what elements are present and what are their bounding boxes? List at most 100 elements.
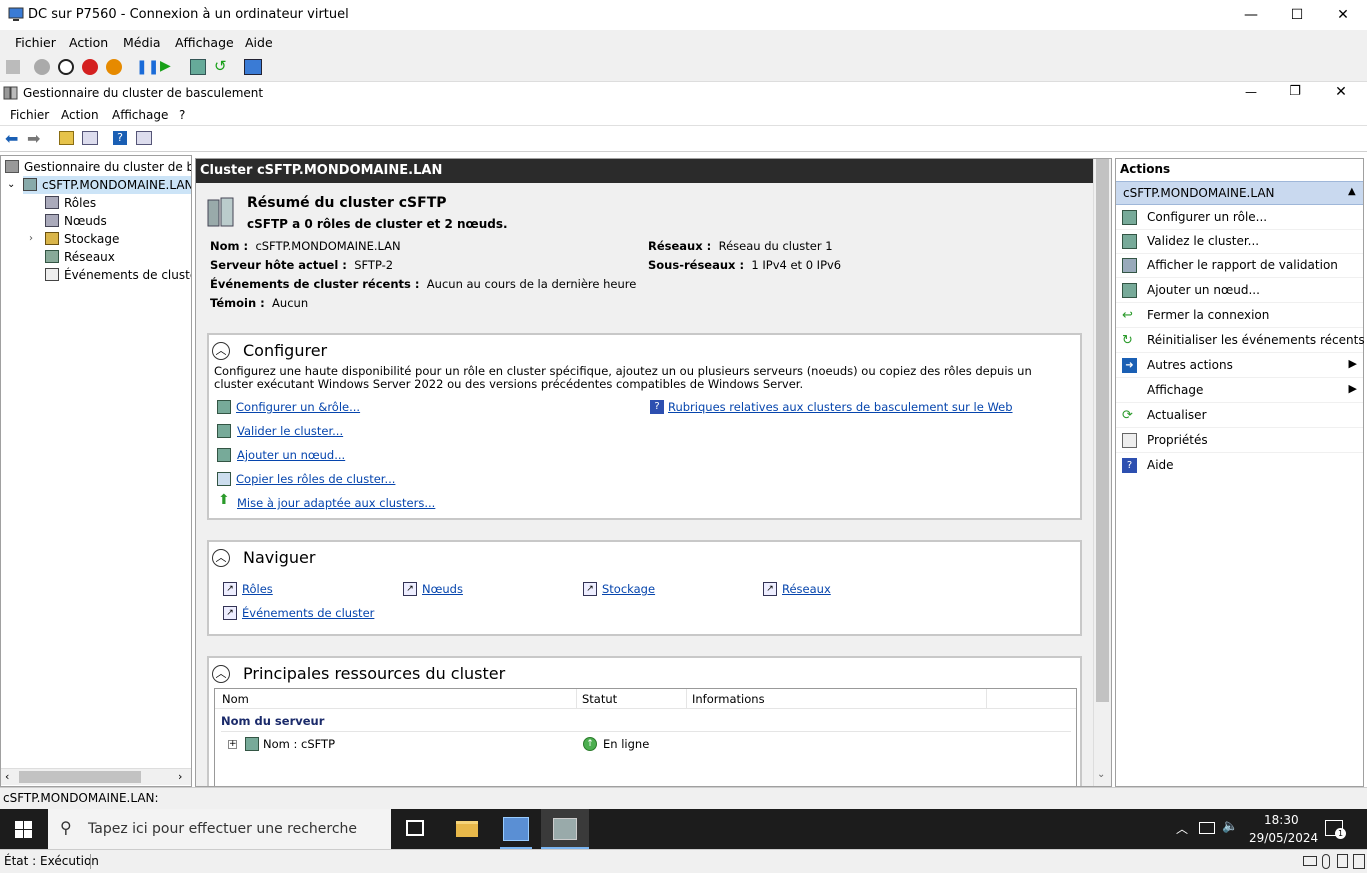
- prop-witness-label: Témoin :: [210, 296, 265, 310]
- cluster-aware-update-link[interactable]: Mise à jour adaptée aux clusters...: [237, 496, 435, 510]
- help-icon[interactable]: ?: [113, 131, 127, 145]
- show-hide-tree-icon[interactable]: [82, 131, 98, 145]
- copy-roles-link[interactable]: Copier les rôles de cluster...: [236, 472, 395, 486]
- validate-cluster-link[interactable]: Valider le cluster...: [237, 424, 343, 438]
- tree-item-networks[interactable]: Réseaux: [45, 248, 115, 266]
- vm-menu-media[interactable]: Média: [123, 35, 161, 50]
- enhanced-session-icon[interactable]: [244, 59, 262, 75]
- revert-icon[interactable]: ↺: [214, 57, 227, 75]
- tree-item-roles[interactable]: Rôles: [45, 194, 96, 212]
- taskbar-cluster-manager[interactable]: [541, 809, 589, 849]
- volume-muted-icon[interactable]: 🔈: [1222, 819, 1238, 834]
- configure-role-link[interactable]: Configurer un &rôle...: [236, 400, 360, 414]
- show-hide-action-pane-icon[interactable]: [136, 131, 152, 145]
- tree-hscrollbar[interactable]: ‹ ›: [1, 768, 191, 785]
- resource-row-name[interactable]: Nom : cSFTP: [263, 737, 335, 751]
- server-name-icon: [245, 737, 259, 751]
- scroll-down-icon[interactable]: ⌄: [1097, 769, 1105, 780]
- collapse-chevron-icon[interactable]: ︿: [212, 342, 230, 360]
- shutdown-icon[interactable]: [82, 59, 98, 75]
- action-validate-cluster[interactable]: Validez le cluster...: [1116, 229, 1363, 254]
- vm-maximize-button[interactable]: ☐: [1274, 0, 1320, 30]
- vm-close-button[interactable]: ✕: [1320, 0, 1366, 30]
- server-manager-icon[interactable]: [503, 817, 529, 841]
- vm-menu-fichier[interactable]: Fichier: [15, 35, 56, 50]
- tree-hscroll-thumb[interactable]: [19, 771, 141, 783]
- action-add-node[interactable]: Ajouter un nœud...: [1116, 278, 1363, 303]
- tree-root[interactable]: Gestionnaire du cluster de basc: [5, 158, 191, 176]
- help-topics-link[interactable]: Rubriques relatives aux clusters de basc…: [668, 400, 1013, 414]
- vm-menu-aide[interactable]: Aide: [245, 35, 273, 50]
- col-name[interactable]: Nom: [222, 692, 249, 706]
- mmc-menu-affichage[interactable]: Affichage: [112, 108, 168, 122]
- notification-icon[interactable]: 1: [1325, 820, 1346, 839]
- collapse-chevron-icon[interactable]: ⌄: [7, 176, 15, 194]
- configure-section: ︿ Configurer Configurez une haute dispon…: [207, 333, 1082, 520]
- nav-nodes-link[interactable]: Nœuds: [422, 582, 463, 596]
- windows-start-icon[interactable]: [15, 821, 32, 838]
- nav-roles-link[interactable]: Rôles: [242, 582, 273, 596]
- nav-events-link[interactable]: Événements de cluster: [242, 606, 374, 620]
- action-view[interactable]: Affichage ▶: [1116, 378, 1363, 403]
- power-icon[interactable]: [106, 59, 122, 75]
- mmc-menu-action[interactable]: Action: [61, 108, 99, 122]
- clock-date[interactable]: 29/05/2024: [1249, 831, 1318, 845]
- add-node-link[interactable]: Ajouter un nœud...: [237, 448, 345, 462]
- tree-item-nodes[interactable]: Nœuds: [45, 212, 107, 230]
- collapse-chevron-icon[interactable]: ︿: [212, 549, 230, 567]
- file-explorer-icon[interactable]: [456, 821, 478, 837]
- help-book-icon: ?: [650, 400, 664, 414]
- ctrl-alt-del-icon[interactable]: [6, 60, 20, 74]
- expand-plus-icon[interactable]: +: [228, 740, 237, 749]
- vm-menu-action[interactable]: Action: [69, 35, 108, 50]
- tree-nodes-label: Nœuds: [64, 214, 107, 228]
- taskbar-search[interactable]: ⚲ Tapez ici pour effectuer une recherche: [48, 809, 391, 849]
- mmc-restore-button[interactable]: ❐: [1272, 82, 1318, 104]
- tree-item-events[interactable]: Événements de cluster: [45, 266, 191, 284]
- mmc-menu-help[interactable]: ?: [179, 108, 185, 122]
- tree-item-cluster[interactable]: cSFTP.MONDOMAINE.LAN: [23, 176, 191, 194]
- action-validation-report[interactable]: Afficher le rapport de validation: [1116, 253, 1363, 278]
- action-reset-events[interactable]: ↻ Réinitialiser les événements récents: [1116, 328, 1365, 353]
- collapse-chevron-icon[interactable]: ︿: [212, 665, 230, 683]
- checkpoint-icon[interactable]: [190, 59, 206, 75]
- online-status-icon: ↑: [583, 737, 597, 751]
- mmc-close-button[interactable]: ✕: [1318, 82, 1364, 104]
- up-folder-icon[interactable]: [59, 131, 74, 145]
- network-icon[interactable]: [1199, 822, 1215, 834]
- col-info[interactable]: Informations: [692, 692, 765, 706]
- action-more-actions[interactable]: ➜ Autres actions ▶: [1116, 353, 1363, 378]
- action-refresh[interactable]: ⟳ Actualiser: [1116, 403, 1363, 428]
- roles-icon: [45, 196, 59, 209]
- mmc-minimize-button[interactable]: —: [1228, 82, 1274, 104]
- action-properties[interactable]: Propriétés: [1116, 428, 1363, 453]
- forward-arrow-icon[interactable]: ➡: [27, 129, 40, 148]
- tree-item-storage[interactable]: Stockage: [45, 230, 119, 248]
- clock-time[interactable]: 18:30: [1264, 813, 1299, 827]
- turn-off-icon[interactable]: [58, 59, 74, 75]
- center-vscrollbar[interactable]: ⌄: [1093, 159, 1111, 786]
- scroll-left-icon[interactable]: ‹: [5, 770, 9, 783]
- action-close-connection[interactable]: ↩ Fermer la connexion: [1116, 303, 1363, 328]
- action-configure-role[interactable]: Configurer un rôle...: [1116, 205, 1363, 230]
- collapse-up-icon[interactable]: ▲: [1348, 186, 1356, 197]
- center-vscroll-thumb[interactable]: [1096, 159, 1109, 702]
- task-view-icon[interactable]: [406, 820, 424, 836]
- pause-icon[interactable]: ❚❚: [136, 59, 159, 75]
- nav-storage-link[interactable]: Stockage: [602, 582, 655, 596]
- mmc-menu-fichier[interactable]: Fichier: [10, 108, 49, 122]
- vm-menu-affichage[interactable]: Affichage: [175, 35, 234, 50]
- chevron-up-icon[interactable]: ︿: [1176, 820, 1188, 837]
- expand-chevron-icon[interactable]: ›: [29, 230, 33, 248]
- start-icon[interactable]: [34, 59, 50, 75]
- mmc-menu-bar: Fichier Action Affichage ?: [0, 104, 1367, 126]
- actions-section-header[interactable]: cSFTP.MONDOMAINE.LAN ▲: [1116, 181, 1363, 205]
- action-help[interactable]: ? Aide: [1116, 453, 1363, 478]
- back-arrow-icon[interactable]: ⬅: [5, 129, 18, 148]
- vm-minimize-button[interactable]: —: [1228, 0, 1274, 30]
- properties-icon: [1122, 433, 1137, 448]
- scroll-right-icon[interactable]: ›: [178, 770, 182, 783]
- col-status[interactable]: Statut: [582, 692, 617, 706]
- resume-icon[interactable]: ▶: [160, 58, 171, 74]
- nav-networks-link[interactable]: Réseaux: [782, 582, 831, 596]
